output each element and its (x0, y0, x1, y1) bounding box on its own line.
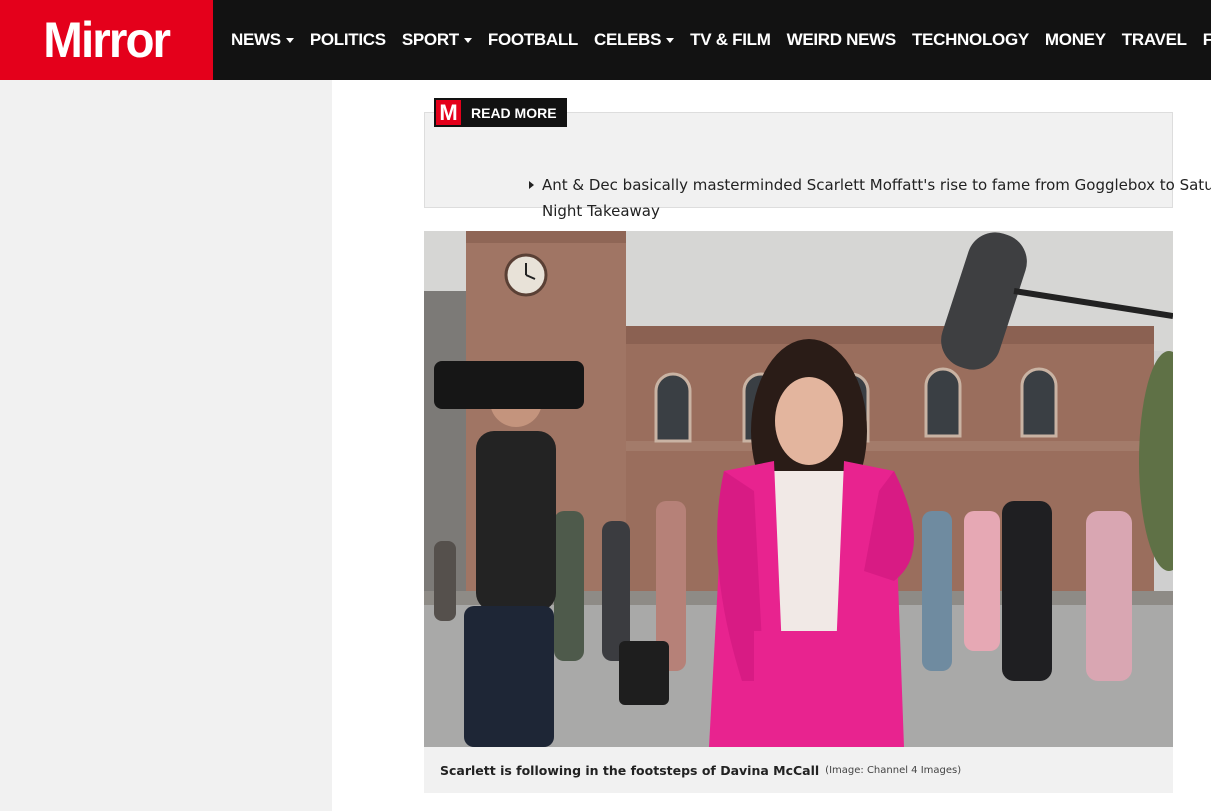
nav-news[interactable]: NEWS (231, 30, 294, 50)
article-body: Ant & Dec basically masterminded Scarlet… (332, 80, 1211, 811)
article-photo (424, 231, 1173, 747)
nav-travel[interactable]: TRAVEL (1122, 30, 1187, 50)
read-more-link[interactable]: Ant & Dec basically masterminded Scarlet… (529, 172, 1211, 224)
triangle-right-icon (529, 181, 534, 189)
caption-credit: (Image: Channel 4 Images) (825, 764, 962, 776)
nav-sport[interactable]: SPORT (402, 30, 472, 50)
photo-illustration (424, 231, 1173, 747)
nav-fashion[interactable]: FASHION (1203, 30, 1211, 50)
nav-weird-news[interactable]: WEIRD NEWS (787, 30, 897, 50)
left-gutter (0, 80, 332, 811)
mirror-m-icon: M (434, 98, 463, 127)
nav-celebs[interactable]: CELEBS (594, 30, 675, 50)
site-header: Mirror NEWS POLITICS SPORT FOOTBALL CELE… (0, 0, 1211, 80)
caption-text: Scarlett is following in the footsteps o… (440, 762, 820, 778)
logo-text: Mirror (43, 12, 172, 68)
chevron-down-icon (463, 37, 472, 43)
nav-technology[interactable]: TECHNOLOGY (912, 30, 1029, 50)
nav-politics[interactable]: POLITICS (310, 30, 386, 50)
mirror-logo[interactable]: Mirror (0, 0, 213, 80)
main-nav: NEWS POLITICS SPORT FOOTBALL CELEBS TV &… (231, 0, 1211, 80)
chevron-down-icon (666, 37, 675, 43)
read-more-label: READ MORE (471, 104, 557, 121)
nav-money[interactable]: MONEY (1045, 30, 1106, 50)
photo-caption: Scarlett is following in the footsteps o… (424, 747, 1173, 793)
read-more-link-text[interactable]: Ant & Dec basically masterminded Scarlet… (542, 176, 1211, 220)
read-more-tag: M READ MORE (434, 98, 567, 127)
chevron-down-icon (285, 37, 294, 43)
nav-football[interactable]: FOOTBALL (488, 30, 578, 50)
nav-tv-film[interactable]: TV & FILM (690, 30, 771, 50)
